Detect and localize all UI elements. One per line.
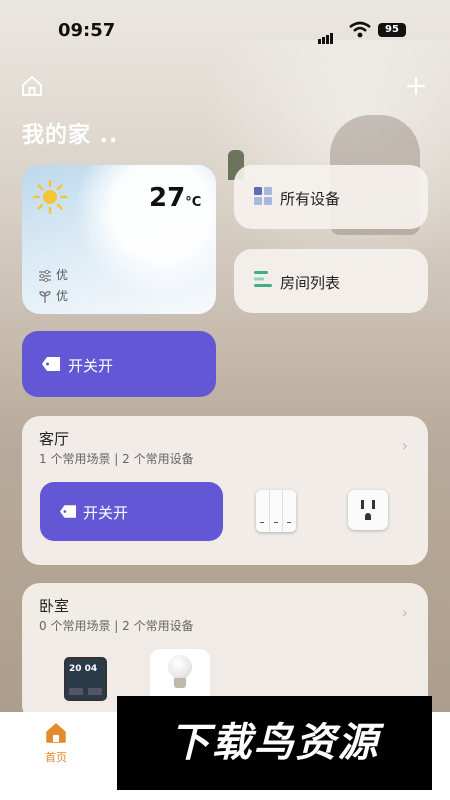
room-list-label: 房间列表 — [280, 274, 341, 292]
cellular-signal-icon — [318, 25, 334, 44]
scene-button-living[interactable]: 开关开 — [40, 482, 223, 541]
weather-card[interactable]: 27°C 优 优 — [22, 165, 216, 314]
add-icon[interactable] — [404, 74, 428, 98]
battery-indicator: 95 — [378, 23, 406, 37]
temperature-unit: °C — [185, 195, 202, 210]
pollen-row: 优 — [38, 287, 68, 304]
temperature: 27°C — [149, 183, 201, 213]
status-bar: 09:57 95 — [0, 0, 450, 60]
room-name: 卧室 — [39, 597, 70, 615]
room-card-living[interactable]: 客厅 1 个常用场景 | 2 个常用设备 › 开关开 — [22, 416, 428, 565]
pollen-value: 优 — [56, 289, 69, 303]
air-quality-value: 优 — [56, 268, 69, 282]
chevron-right-icon[interactable]: › — [402, 436, 408, 455]
smart-panel-icon[interactable]: 20 04 — [64, 657, 107, 701]
wifi-icon — [349, 21, 371, 38]
sunny-icon — [32, 179, 68, 215]
plant-icon — [39, 291, 51, 303]
tag-icon — [42, 357, 60, 371]
tag-icon — [60, 505, 76, 518]
all-devices-label: 所有设备 — [280, 190, 341, 208]
triple-switch-icon[interactable] — [256, 490, 296, 532]
outlet-icon[interactable] — [348, 490, 388, 530]
home-tab-icon[interactable] — [45, 722, 67, 744]
air-quality-row: 优 — [38, 266, 68, 283]
page-title[interactable]: 我的家 .. — [22, 117, 118, 149]
grid-icon — [254, 187, 272, 205]
scene-label: 开关开 — [68, 357, 114, 375]
room-summary: 0 个常用场景 | 2 个常用设备 — [39, 619, 194, 633]
room-list-button[interactable]: 房间列表 — [234, 249, 428, 313]
list-icon — [254, 271, 272, 287]
chevron-right-icon[interactable]: › — [402, 603, 408, 622]
air-quality-icon — [39, 269, 51, 282]
all-devices-button[interactable]: 所有设备 — [234, 165, 428, 229]
scene-button-primary[interactable]: 开关开 — [22, 331, 216, 397]
tab-home-label[interactable]: 首页 — [45, 749, 67, 765]
panel-time: 20 04 — [69, 664, 98, 674]
room-name: 客厅 — [39, 430, 70, 448]
status-time: 09:57 — [58, 20, 116, 41]
scene-label: 开关开 — [83, 504, 129, 522]
temperature-value: 27 — [149, 183, 186, 213]
room-summary: 1 个常用场景 | 2 个常用设备 — [39, 452, 194, 466]
home-icon[interactable] — [20, 74, 44, 98]
watermark-banner: 下载鸟资源 — [117, 696, 432, 790]
